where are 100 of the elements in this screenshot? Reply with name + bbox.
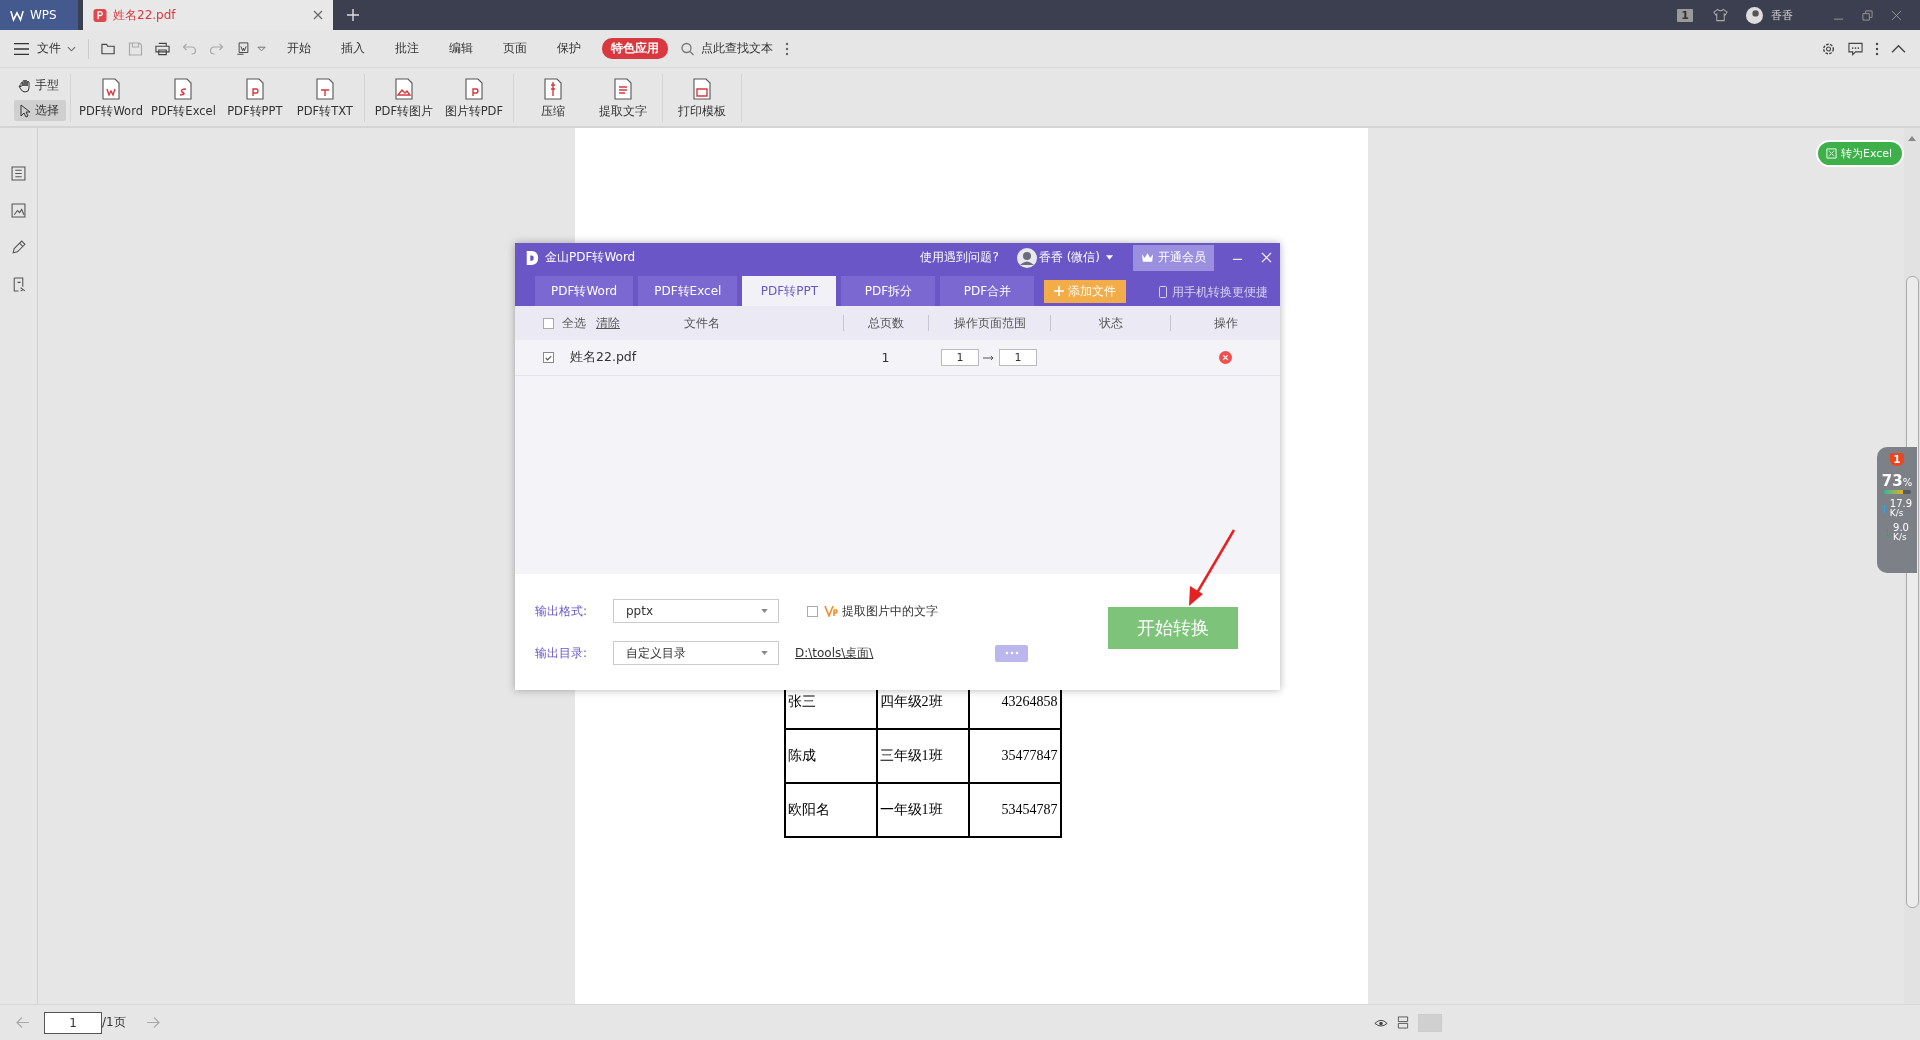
caret-icon[interactable] — [67, 45, 76, 52]
tool-button[interactable]: 图片转PDF — [438, 77, 509, 119]
mode-button[interactable]: 手型 — [14, 75, 66, 96]
table-cell: 35477847 — [968, 729, 1061, 783]
more-icon — [1004, 651, 1019, 655]
conversion-tab[interactable]: PDF转Excel — [638, 276, 738, 306]
document-tab[interactable]: 姓名22.pdf — [83, 0, 333, 30]
ocr-checkbox[interactable] — [807, 605, 818, 617]
format-dropdown[interactable]: pptx — [613, 599, 779, 623]
folder-icon[interactable] — [101, 41, 116, 56]
search-icon[interactable] — [680, 41, 695, 56]
close-icon[interactable] — [1891, 9, 1902, 21]
phone-icon — [1159, 286, 1167, 298]
caret-icon — [761, 609, 768, 613]
page-number-field[interactable]: 1 — [44, 1011, 102, 1034]
restore-icon[interactable] — [1862, 9, 1873, 21]
menu-tab[interactable]: 特色应用 — [602, 38, 668, 59]
alert-badge: 1 — [1889, 453, 1905, 466]
export-icon[interactable] — [236, 41, 251, 56]
speed-unit: K/s — [1889, 509, 1905, 518]
caret-icon — [761, 651, 768, 655]
pointer-icon — [18, 103, 32, 118]
menu-tab[interactable]: 开始 — [278, 40, 320, 57]
tool-button[interactable]: PDF转Word — [75, 77, 147, 119]
directory-dropdown[interactable]: 自定义目录 — [613, 641, 779, 665]
menu-tab[interactable]: 编辑 — [440, 40, 482, 57]
page-count: 1 — [881, 350, 890, 365]
user-name[interactable]: 香香 — [1771, 7, 1793, 23]
new-tab-icon[interactable] — [347, 9, 359, 21]
tool-button[interactable]: 压缩 — [517, 77, 588, 119]
outline-icon[interactable] — [11, 166, 26, 181]
close-icon[interactable] — [313, 10, 323, 20]
column-header: 状态 — [1098, 316, 1123, 330]
mode-button[interactable]: 选择 — [14, 100, 66, 121]
table-cell: 三年级1班 — [876, 729, 969, 783]
shirt-icon[interactable] — [1713, 8, 1728, 22]
menu-icon[interactable] — [14, 41, 29, 56]
excel-icon — [1826, 148, 1837, 159]
select-all-checkbox[interactable] — [543, 317, 554, 329]
clear-link[interactable]: 清除 — [596, 314, 620, 332]
file-checkbox[interactable] — [543, 352, 554, 363]
directory-label: 输出目录: — [535, 644, 589, 662]
tool-button[interactable]: PDF转图片 — [368, 77, 439, 119]
download-icon — [1885, 527, 1891, 538]
menu-tab[interactable]: 页面 — [494, 40, 536, 57]
continuous-view-icon[interactable] — [1396, 1016, 1410, 1029]
page-count-badge[interactable]: 1 — [1677, 8, 1693, 22]
crown-icon — [1141, 252, 1154, 263]
avatar-icon[interactable] — [1016, 247, 1037, 268]
hand-icon — [18, 78, 32, 93]
column-header: 操作 — [1213, 316, 1238, 330]
output-path-link[interactable]: D:\tools\桌面\ — [795, 644, 874, 662]
user-name[interactable]: 香香 (微信) — [1038, 249, 1100, 266]
tool-button[interactable]: 打印模板 — [666, 77, 737, 119]
range-start-field[interactable]: 1 — [941, 349, 979, 366]
signature-icon[interactable] — [11, 277, 26, 292]
more-icon[interactable] — [785, 41, 789, 56]
conversion-tab[interactable]: PDF转Word — [535, 276, 634, 306]
document-tab[interactable]: WPS — [0, 0, 78, 30]
settings-icon[interactable] — [1821, 41, 1836, 56]
help-link[interactable]: 使用遇到问题? — [920, 249, 999, 266]
upload-icon — [1881, 503, 1887, 514]
range-end-field[interactable]: 1 — [999, 349, 1037, 366]
print-icon[interactable] — [155, 41, 170, 56]
search-field[interactable]: 点此查找文本 — [701, 40, 773, 57]
tool-button[interactable]: PDF转TXT — [289, 77, 360, 119]
comment-icon[interactable] — [1848, 41, 1863, 56]
menu-tab[interactable]: 插入 — [332, 40, 374, 57]
table-cell: 一年级1班 — [876, 783, 969, 837]
caret-icon[interactable] — [1106, 255, 1113, 260]
scroll-up-icon[interactable] — [1908, 136, 1916, 141]
remove-icon[interactable] — [1218, 351, 1232, 364]
table-cell: 欧阳名 — [784, 783, 877, 837]
pen-icon[interactable] — [11, 240, 26, 255]
tool-button[interactable]: PDF转PPT — [219, 77, 290, 119]
file-name: 姓名22.pdf — [570, 349, 637, 366]
mobile-convert-link[interactable]: 用手机转换更便捷 — [1172, 284, 1268, 300]
usage-percent: 73 — [1881, 472, 1903, 490]
file-menu[interactable]: 文件 — [37, 40, 61, 57]
network-widget[interactable]: 1 73% 17.9 K/s 9.0 K/s — [1877, 447, 1917, 573]
wps-logo-icon — [10, 8, 24, 22]
dialog-title: 金山PDF转Word — [545, 249, 636, 266]
menu-tab[interactable]: 批注 — [386, 40, 428, 57]
more-icon[interactable] — [1875, 41, 1879, 56]
dropdown-icon[interactable] — [257, 45, 266, 52]
column-header: 操作页面范围 — [953, 316, 1026, 330]
conversion-tab[interactable]: PDF转PPT — [742, 276, 837, 306]
arrow-icon — [983, 354, 995, 361]
vip-icon — [824, 605, 838, 617]
avatar-icon[interactable] — [1746, 6, 1763, 24]
percent-unit: % — [1902, 477, 1913, 488]
format-label: 输出格式: — [535, 602, 589, 620]
column-header: 总页数 — [868, 316, 904, 330]
menu-tab[interactable]: 保护 — [548, 40, 590, 57]
thumbnail-icon[interactable] — [11, 203, 26, 218]
table-cell: 53454787 — [968, 783, 1061, 837]
conversion-tab[interactable]: PDF合并 — [940, 276, 1035, 306]
tool-button[interactable]: 提取文字 — [587, 77, 658, 119]
conversion-tab[interactable]: PDF拆分 — [841, 276, 936, 306]
tool-button[interactable]: PDF转Excel — [146, 77, 220, 119]
